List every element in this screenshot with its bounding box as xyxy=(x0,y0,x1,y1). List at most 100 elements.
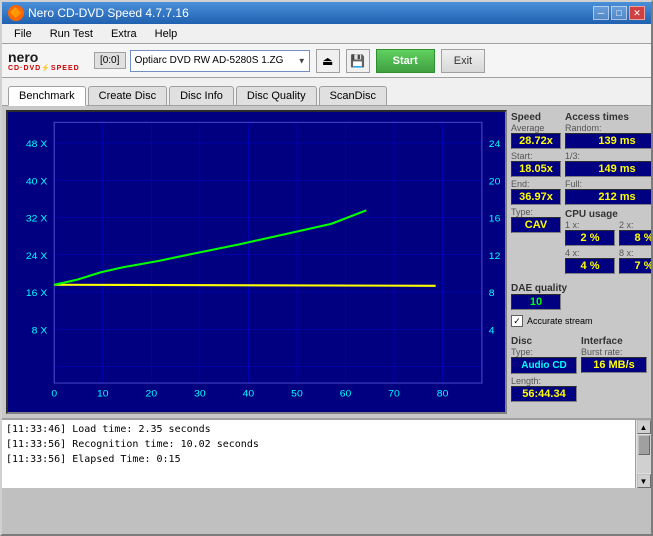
scroll-down-button[interactable]: ▼ xyxy=(637,474,651,488)
scroll-up-button[interactable]: ▲ xyxy=(637,420,651,434)
drive-index-label: [0:0] xyxy=(94,52,126,69)
disc-type-label: Type: xyxy=(511,347,577,357)
accurate-stream-row: ✓ Accurate stream xyxy=(511,315,647,327)
end-value: 36.97x xyxy=(511,189,561,205)
svg-text:24: 24 xyxy=(489,140,501,150)
disc-length-value: 56:44.34 xyxy=(511,386,577,402)
cpu-1x-label: 1 x: xyxy=(565,220,615,230)
log-line-3: [11:33:56] Elapsed Time: 0:15 xyxy=(6,452,631,467)
svg-text:30: 30 xyxy=(194,389,206,399)
save-button[interactable]: 💾 xyxy=(346,49,370,73)
svg-text:24 X: 24 X xyxy=(26,251,48,261)
start-value: 18.05x xyxy=(511,161,561,177)
tab-create-disc[interactable]: Create Disc xyxy=(88,86,167,105)
log-line-1: [11:33:46] Load time: 2.35 seconds xyxy=(6,422,631,437)
speed-label: Speed xyxy=(511,112,561,123)
scroll-thumb[interactable] xyxy=(638,435,650,455)
svg-text:40 X: 40 X xyxy=(26,177,48,187)
full-sub-label: Full: xyxy=(565,179,653,189)
svg-text:10: 10 xyxy=(97,389,109,399)
menu-run-test[interactable]: Run Test xyxy=(42,26,101,42)
svg-text:20: 20 xyxy=(146,389,158,399)
chart-area: 48 X 40 X 32 X 24 X 16 X 8 X 24 20 16 12… xyxy=(6,110,507,414)
minimize-button[interactable]: ─ xyxy=(593,6,609,20)
menu-file[interactable]: File xyxy=(6,26,40,42)
svg-text:4: 4 xyxy=(489,326,495,336)
nero-logo-text: nero xyxy=(8,50,38,64)
cpu-8x-block: 8 x: 7 % xyxy=(619,248,653,274)
chart-svg: 48 X 40 X 32 X 24 X 16 X 8 X 24 20 16 12… xyxy=(8,112,505,412)
cpu-4x-label: 4 x: xyxy=(565,248,615,258)
svg-text:48 X: 48 X xyxy=(26,140,48,150)
tab-disc-quality[interactable]: Disc Quality xyxy=(236,86,317,105)
maximize-button[interactable]: □ xyxy=(611,6,627,20)
disc-length-label: Length: xyxy=(511,376,577,386)
log-area: [11:33:46] Load time: 2.35 seconds [11:3… xyxy=(2,418,651,488)
speed-block: Speed Average 28.72x Start: 18.05x End: … xyxy=(511,110,561,274)
end-sub-label: End: xyxy=(511,179,561,189)
average-sub-label: Average xyxy=(511,123,561,133)
drive-dropdown-wrap[interactable]: Optiarc DVD RW AD-5280S 1.ZG xyxy=(130,50,310,72)
exit-button[interactable]: Exit xyxy=(441,49,485,73)
cpu-8x-label: 8 x: xyxy=(619,248,653,258)
tab-benchmark[interactable]: Benchmark xyxy=(8,86,86,106)
title-bar-left: 🔶 Nero CD-DVD Speed 4.7.7.16 xyxy=(8,5,189,21)
interface-label: Interface xyxy=(581,336,647,347)
tab-disc-info[interactable]: Disc Info xyxy=(169,86,234,105)
scroll-track[interactable] xyxy=(637,435,651,473)
burst-rate-label: Burst rate: xyxy=(581,347,647,357)
log-line-2: [11:33:56] Recognition time: 10.02 secon… xyxy=(6,437,631,452)
main-content: 48 X 40 X 32 X 24 X 16 X 8 X 24 20 16 12… xyxy=(2,106,651,418)
svg-text:8 X: 8 X xyxy=(32,326,48,336)
menu-extra[interactable]: Extra xyxy=(103,26,145,42)
right-panel: Speed Average 28.72x Start: 18.05x End: … xyxy=(511,106,651,418)
disc-section-label: Disc xyxy=(511,336,577,347)
accurate-stream-checkbox[interactable]: ✓ xyxy=(511,315,523,327)
eject-button[interactable]: ⏏ xyxy=(316,49,340,73)
one-third-value: 149 ms xyxy=(565,161,653,177)
close-button[interactable]: ✕ xyxy=(629,6,645,20)
cpu-2x-label: 2 x: xyxy=(619,220,653,230)
cpu-2x-block: 2 x: 8 % xyxy=(619,220,653,246)
type-value: CAV xyxy=(511,217,561,233)
svg-text:16: 16 xyxy=(489,214,501,224)
svg-text:20: 20 xyxy=(489,177,501,187)
interface-block: Interface Burst rate: 16 MB/s xyxy=(581,334,647,402)
dae-block: DAE quality 10 xyxy=(511,281,647,310)
svg-text:40: 40 xyxy=(243,389,255,399)
cpu-8x-value: 7 % xyxy=(619,258,653,274)
cpu-1x-block: 1 x: 2 % xyxy=(565,220,615,246)
nero-logo: nero CD·DVD⚡SPEED xyxy=(8,50,80,72)
svg-text:60: 60 xyxy=(340,389,352,399)
app-icon: 🔶 xyxy=(8,5,24,21)
accurate-stream-label: Accurate stream xyxy=(527,316,593,326)
cpu-4x-block: 4 x: 4 % xyxy=(565,248,615,274)
tab-scandisc[interactable]: ScanDisc xyxy=(319,86,387,105)
menu-help[interactable]: Help xyxy=(147,26,186,42)
drive-dropdown[interactable]: Optiarc DVD RW AD-5280S 1.ZG xyxy=(130,50,310,72)
random-value: 139 ms xyxy=(565,133,653,149)
one-third-sub-label: 1/3: xyxy=(565,151,653,161)
svg-text:0: 0 xyxy=(51,389,57,399)
cpu-row-2: 4 x: 4 % 8 x: 7 % xyxy=(565,248,653,274)
main-window: 🔶 Nero CD-DVD Speed 4.7.7.16 ─ □ ✕ File … xyxy=(0,0,653,536)
window-title: Nero CD-DVD Speed 4.7.7.16 xyxy=(28,6,189,20)
full-value: 212 ms xyxy=(565,189,653,205)
dae-quality-value: 10 xyxy=(511,294,561,310)
cpu-label: CPU usage xyxy=(565,209,653,220)
disc-type-value: Audio CD xyxy=(511,357,577,374)
title-bar-controls: ─ □ ✕ xyxy=(593,6,645,20)
cpu-2x-value: 8 % xyxy=(619,230,653,246)
menu-bar: File Run Test Extra Help xyxy=(2,24,651,44)
svg-text:32 X: 32 X xyxy=(26,214,48,224)
svg-text:80: 80 xyxy=(437,389,449,399)
burst-rate-value: 16 MB/s xyxy=(581,357,647,373)
disc-interface-row: Disc Type: Audio CD Length: 56:44.34 Int… xyxy=(511,334,647,402)
log-scrollbar[interactable]: ▲ ▼ xyxy=(635,420,651,488)
cpu-4x-value: 4 % xyxy=(565,258,615,274)
start-button[interactable]: Start xyxy=(376,49,435,73)
toolbar: nero CD·DVD⚡SPEED [0:0] Optiarc DVD RW A… xyxy=(2,44,651,78)
svg-text:16 X: 16 X xyxy=(26,289,48,299)
cpu-row-1: 1 x: 2 % 2 x: 8 % xyxy=(565,220,653,246)
title-bar: 🔶 Nero CD-DVD Speed 4.7.7.16 ─ □ ✕ xyxy=(2,2,651,24)
